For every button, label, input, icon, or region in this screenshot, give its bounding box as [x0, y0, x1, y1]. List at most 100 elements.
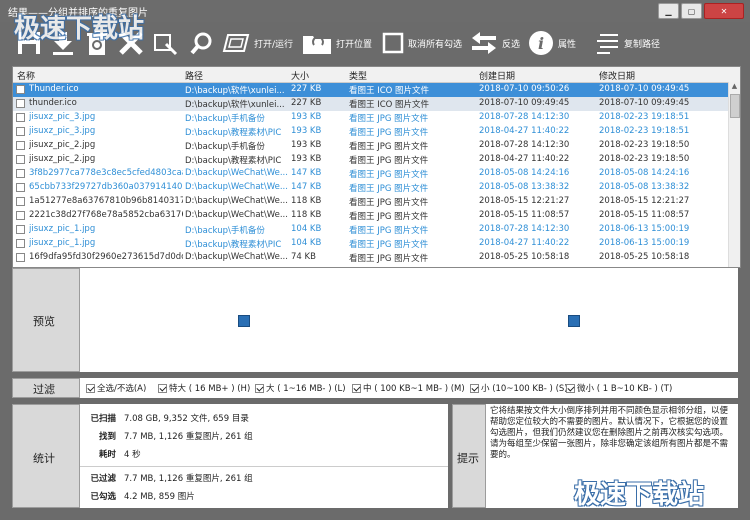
row-checkbox[interactable]	[16, 169, 25, 178]
filter-huge[interactable]: 特大 ( 16 MB+ ) (H)	[158, 382, 250, 394]
col-created[interactable]: 创建日期	[479, 69, 515, 82]
cell-modified: 2018-02-23 19:18:51	[599, 126, 690, 136]
preview-image-1-icon[interactable]	[238, 315, 250, 327]
filter-all-checkbox[interactable]	[86, 383, 95, 393]
row-checkbox[interactable]	[16, 183, 25, 192]
row-checkbox[interactable]	[16, 225, 25, 234]
cell-type: 看图王 JPG 图片文件	[349, 170, 429, 180]
open-run-button[interactable]: 打开/运行	[222, 28, 293, 58]
maximize-button[interactable]: ▢	[681, 3, 702, 19]
filter-tiny[interactable]: 微小 ( 1 B~10 KB- ) (T)	[566, 382, 672, 394]
cell-created: 2018-04-27 11:40:22	[479, 238, 570, 248]
cell-size: 227 KB	[291, 98, 322, 108]
table-row[interactable]: 65cbb733f29727db360a037914140b1f...D:\ba…	[13, 181, 728, 195]
filter-huge-checkbox[interactable]	[158, 383, 167, 393]
cell-size: 118 KB	[291, 210, 322, 220]
table-row[interactable]: jisuxz_pic_2.jpg D:\backup\教程素材\PIC 193 KB…	[13, 153, 728, 167]
filter-large-label: 大 ( 1~16 MB- ) (L)	[266, 384, 346, 394]
table-row[interactable]: jisuxz_pic_3.jpg D:\backup\手机备份 193 KB 看图王 …	[13, 111, 728, 125]
cell-path: D:\backup\手机备份	[185, 142, 265, 152]
col-name[interactable]: 名称	[17, 69, 35, 82]
cell-size: 104 KB	[291, 224, 322, 234]
filter-medium-checkbox[interactable]	[352, 383, 361, 393]
col-modified[interactable]: 修改日期	[599, 69, 635, 82]
rename-button[interactable]	[152, 28, 178, 58]
cell-size: 147 KB	[291, 182, 322, 192]
filter-large-checkbox[interactable]	[255, 383, 264, 393]
cell-path: D:\backup\教程素材\PIC	[185, 128, 282, 138]
properties-button[interactable]: i 属性	[528, 28, 576, 58]
row-checkbox[interactable]	[16, 141, 25, 150]
col-path[interactable]: 路径	[185, 69, 203, 82]
stat-checked-value: 4.2 MB, 859 图片	[124, 492, 195, 502]
row-checkbox[interactable]	[16, 113, 25, 122]
rename-icon	[154, 34, 178, 56]
results-grid: 名称 路径 大小 类型 创建日期 修改日期 Thunder.ico D:\back…	[12, 66, 741, 268]
col-size[interactable]: 大小	[291, 69, 309, 82]
cell-name: jisuxz_pic_2.jpg	[29, 140, 96, 150]
invert-button[interactable]: 反选	[470, 28, 520, 58]
cell-name: jisuxz_pic_2.jpg	[29, 154, 96, 164]
filter-large[interactable]: 大 ( 1~16 MB- ) (L)	[255, 382, 346, 394]
table-row[interactable]: jisuxz_pic_1.jpg D:\backup\教程素材\PIC 104 KB…	[13, 237, 728, 251]
row-checkbox[interactable]	[16, 99, 25, 108]
table-row[interactable]: 3f8b2977ca778e3c8ec5cfed4803caa_... D:\ba…	[13, 167, 728, 181]
minimize-button[interactable]: ▁	[658, 3, 679, 19]
open-run-icon	[222, 34, 250, 52]
scroll-up-icon[interactable]: ▲	[729, 82, 740, 93]
invert-label: 反选	[502, 39, 521, 50]
table-row[interactable]: jisuxz_pic_1.jpg D:\backup\手机备份 104 KB 看图王 …	[13, 223, 728, 237]
cell-name: Thunder.ico	[29, 84, 79, 94]
cell-modified: 2018-05-08 14:24:16	[599, 168, 690, 178]
cell-type: 看图王 JPG 图片文件	[349, 254, 429, 264]
cell-modified: 2018-05-08 13:38:32	[599, 182, 690, 192]
scroll-thumb[interactable]	[730, 94, 740, 118]
cell-created: 2018-07-10 09:50:26	[479, 84, 570, 94]
search-button[interactable]	[190, 28, 214, 58]
filter-small[interactable]: 小 (10~100 KB- ) (S)	[470, 382, 568, 394]
col-type[interactable]: 类型	[349, 69, 367, 82]
filter-medium[interactable]: 中 ( 100 KB~1 MB- ) (M)	[352, 382, 465, 394]
table-row[interactable]: jisuxz_pic_2.jpg D:\backup\手机备份 193 KB 看图王 …	[13, 139, 728, 153]
copy-path-button[interactable]: 复制路径	[594, 28, 660, 58]
cell-created: 2018-05-15 11:08:57	[479, 210, 570, 220]
cell-modified: 2018-05-25 10:58:18	[599, 252, 690, 262]
filter-huge-label: 特大 ( 16 MB+ ) (H)	[169, 384, 251, 394]
filter-medium-label: 中 ( 100 KB~1 MB- ) (M)	[363, 384, 465, 394]
row-checkbox[interactable]	[16, 197, 25, 206]
copy-path-icon	[597, 34, 618, 54]
cell-name: jisuxz_pic_3.jpg	[29, 112, 96, 122]
cell-path: D:\backup\软件\xunlei...	[185, 86, 285, 96]
stat-scanned: 已扫描 7.08 GB, 9,352 文件, 659 目录	[86, 412, 248, 424]
table-row[interactable]: 2221c38d27f768e78a5852cba631766a...D:\ba…	[13, 209, 728, 223]
cell-modified: 2018-06-13 15:00:19	[599, 224, 690, 234]
cell-name: 1a51277e8a63767810b96b8140317284...	[29, 196, 183, 206]
table-row[interactable]: 1a51277e8a63767810b96b8140317284...D:\ba…	[13, 195, 728, 209]
cell-created: 2018-07-28 14:12:30	[479, 112, 570, 122]
cell-created: 2018-05-08 14:24:16	[479, 168, 570, 178]
cell-path: D:\backup\手机备份	[185, 226, 265, 236]
table-row[interactable]: 16f9dfa95fd30f2960e273615d7d0dc8_...D:\b…	[13, 251, 728, 265]
filter-tiny-checkbox[interactable]	[566, 383, 575, 393]
filter-small-checkbox[interactable]	[470, 383, 479, 393]
row-checkbox[interactable]	[16, 253, 25, 262]
cell-name: 16f9dfa95fd30f2960e273615d7d0dc8_...	[29, 252, 183, 262]
preview-image-2-icon[interactable]	[568, 315, 580, 327]
uncheck-all-button[interactable]: 取消所有勾选	[382, 28, 462, 58]
cell-type: 看图王 JPG 图片文件	[349, 128, 429, 138]
filter-all[interactable]: 全选/不选(A)	[86, 382, 146, 394]
vertical-scrollbar[interactable]: ▲	[728, 82, 740, 267]
stats-divider	[80, 466, 448, 467]
table-row[interactable]: thunder.ico D:\backup\软件\xunlei... 227 KB 看…	[13, 97, 728, 111]
open-location-button[interactable]: 打开位置	[302, 28, 372, 58]
row-checkbox[interactable]	[16, 85, 25, 94]
close-button[interactable]: ✕	[704, 3, 744, 19]
row-checkbox[interactable]	[16, 127, 25, 136]
row-checkbox[interactable]	[16, 239, 25, 248]
table-row[interactable]: Thunder.ico D:\backup\软件\xunlei... 227 KB 看…	[13, 83, 728, 97]
row-checkbox[interactable]	[16, 155, 25, 164]
cell-created: 2018-04-27 11:40:22	[479, 154, 570, 164]
cell-path: D:\backup\教程素材\PIC	[185, 156, 282, 166]
table-row[interactable]: jisuxz_pic_3.jpg D:\backup\教程素材\PIC 193 KB…	[13, 125, 728, 139]
row-checkbox[interactable]	[16, 211, 25, 220]
